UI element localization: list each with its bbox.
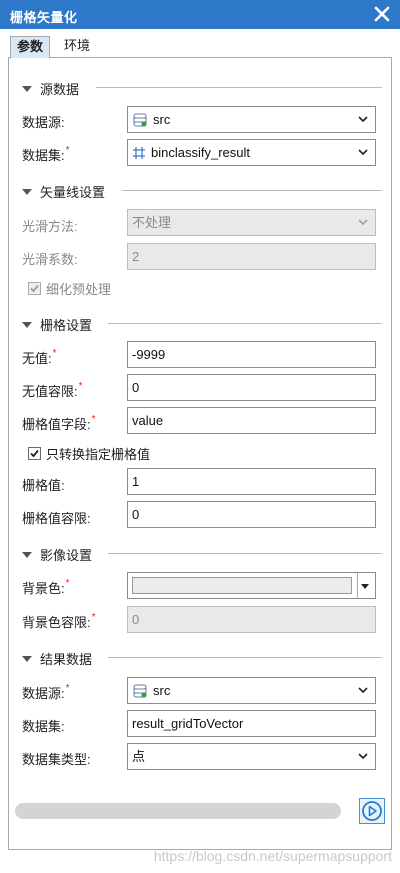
raster-value-label: 栅格值:	[22, 478, 65, 493]
result-dataset-input[interactable]: result_gridToVector	[127, 710, 376, 737]
background-color-label: 背景色:*	[22, 578, 70, 596]
play-icon	[362, 801, 382, 821]
section-source-data[interactable]: 源数据	[22, 79, 79, 98]
window-title: 栅格矢量化	[10, 10, 78, 25]
raster-value-tolerance-input[interactable]: 0	[127, 501, 376, 528]
background-tolerance-input: 0	[127, 606, 376, 633]
result-dataset-label: 数据集:	[22, 719, 65, 734]
collapse-arrow-icon	[22, 321, 32, 328]
smooth-coef-input: 2	[127, 243, 376, 270]
tab-environment[interactable]: 环境	[58, 36, 96, 58]
close-icon[interactable]	[372, 4, 392, 24]
source-dataset-value: binclassify_result	[151, 145, 250, 160]
datasource-icon	[133, 684, 147, 698]
chevron-down-icon	[358, 116, 368, 123]
section-title: 栅格设置	[40, 318, 93, 333]
only-specified-checkbox[interactable]: 只转换指定栅格值	[28, 444, 150, 463]
required-mark: *	[65, 145, 70, 156]
nodata-input[interactable]: -9999	[127, 341, 376, 368]
source-datasource-label: 数据源:	[22, 115, 65, 130]
raster-value-tolerance-value: 0	[132, 507, 140, 522]
required-mark: *	[91, 612, 96, 623]
smooth-method-value: 不处理	[132, 215, 172, 230]
source-dataset-label: 数据集:*	[22, 145, 70, 163]
result-dataset-type-label: 数据集类型:	[22, 752, 91, 767]
source-datasource-select[interactable]: src	[127, 106, 376, 133]
required-mark: *	[52, 348, 57, 359]
dropdown-arrow-icon[interactable]	[361, 584, 369, 589]
required-mark: *	[78, 381, 83, 392]
section-result-data[interactable]: 结果数据	[22, 649, 92, 668]
source-datasource-value: src	[153, 112, 171, 127]
watermark-text: https://blog.csdn.net/supermapsupport	[153, 848, 392, 864]
collapse-arrow-icon	[22, 188, 32, 195]
collapse-arrow-icon	[22, 655, 32, 662]
checkmark-icon	[30, 449, 39, 458]
raster-field-input[interactable]: value	[127, 407, 376, 434]
datasource-icon	[133, 113, 147, 127]
section-divider	[108, 657, 382, 658]
section-title: 源数据	[40, 82, 80, 97]
chevron-down-icon	[358, 687, 368, 694]
raster-value-value: 1	[132, 474, 140, 489]
result-datasource-select[interactable]: src	[127, 677, 376, 704]
background-tolerance-label: 背景色容限:*	[22, 612, 96, 630]
nodata-value: -9999	[132, 347, 166, 362]
section-title: 结果数据	[40, 652, 93, 667]
tab-parameters[interactable]: 参数	[10, 36, 51, 59]
collapse-arrow-icon	[22, 85, 32, 92]
progress-bar	[15, 803, 341, 819]
required-mark: *	[65, 578, 70, 589]
raster-value-tolerance-label: 栅格值容限:	[22, 511, 91, 526]
section-divider	[108, 323, 382, 324]
chevron-down-icon	[358, 149, 368, 156]
source-dataset-select[interactable]: binclassify_result	[127, 139, 376, 166]
nodata-tolerance-value: 0	[132, 380, 140, 395]
result-datasource-label: 数据源:*	[22, 683, 70, 701]
nodata-tolerance-label: 无值容限:*	[22, 381, 83, 399]
smooth-method-select: 不处理	[127, 209, 376, 236]
checkbox-box[interactable]	[28, 447, 41, 460]
run-button[interactable]	[359, 798, 385, 824]
collapse-arrow-icon	[22, 551, 32, 558]
checkmark-icon	[30, 284, 39, 293]
only-specified-label: 只转换指定栅格值	[46, 447, 151, 462]
result-dataset-type-value: 点	[132, 749, 146, 764]
required-mark: *	[91, 414, 96, 425]
chevron-down-icon	[358, 753, 368, 760]
smooth-coef-value: 2	[132, 249, 140, 264]
color-swatch[interactable]	[132, 577, 352, 594]
section-title: 影像设置	[40, 548, 93, 563]
background-color-picker[interactable]	[127, 572, 376, 599]
result-datasource-value: src	[153, 683, 171, 698]
section-image-settings[interactable]: 影像设置	[22, 545, 92, 564]
raster-field-label: 栅格值字段:*	[22, 414, 96, 432]
required-mark: *	[65, 683, 70, 694]
divider	[357, 573, 358, 598]
tab-bar: 参数 环境	[8, 36, 392, 59]
raster-field-value: value	[132, 413, 164, 428]
nodata-label: 无值:*	[22, 348, 57, 366]
smooth-method-label: 光滑方法:	[22, 219, 78, 234]
smooth-coef-label: 光滑系数:	[22, 252, 78, 267]
section-divider	[108, 553, 382, 554]
chevron-down-icon	[358, 219, 368, 226]
thin-preprocess-label: 细化预处理	[46, 282, 112, 297]
section-raster-settings[interactable]: 栅格设置	[22, 315, 92, 334]
title-bar: 栅格矢量化	[0, 0, 400, 29]
result-dataset-value: result_gridToVector	[132, 716, 244, 731]
section-vector-settings[interactable]: 矢量线设置	[22, 182, 105, 201]
raster-value-input[interactable]: 1	[127, 468, 376, 495]
section-title: 矢量线设置	[40, 185, 106, 200]
result-dataset-type-select[interactable]: 点	[127, 743, 376, 770]
section-divider	[122, 190, 382, 191]
thin-preprocess-checkbox: 细化预处理	[28, 279, 111, 298]
section-divider	[96, 87, 382, 88]
nodata-tolerance-input[interactable]: 0	[127, 374, 376, 401]
checkbox-box	[28, 282, 41, 295]
background-tolerance-value: 0	[132, 612, 140, 627]
grid-dataset-icon	[133, 146, 145, 159]
